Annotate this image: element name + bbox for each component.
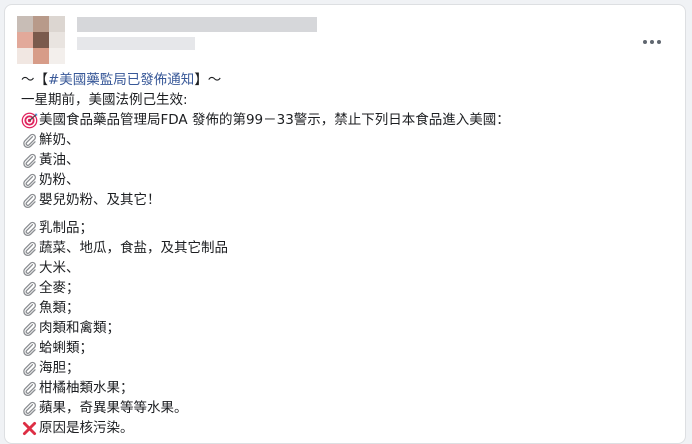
list-item: 蔬菜、地瓜，食盐，及其它制品 bbox=[21, 238, 673, 258]
line-text: 美國食品藥品管理局FDA 發佈的第99－33警示，禁止下列日本食品進入美國： bbox=[39, 112, 510, 128]
list-item: 奶粉、 bbox=[21, 170, 673, 190]
line-text: 大米、 bbox=[39, 260, 80, 276]
post-card: ～【 #美國藥監局已發佈通知 】～ 一星期前，美國法例己生效: 美國食品藥品管理局FDA… bbox=[4, 4, 686, 444]
post-title-line: ～【 #美國藥監局已發佈通知 】～ bbox=[21, 70, 673, 90]
list-item: 原因是核污染。 bbox=[21, 418, 673, 438]
line-text: 奶粉、 bbox=[39, 172, 80, 188]
post-body: ～【 #美國藥監局已發佈通知 】～ 一星期前，美國法例己生效: 美國食品藥品管理局FDA… bbox=[21, 70, 673, 438]
list-item: 鮮奶、 bbox=[21, 130, 673, 150]
paperclip-icon bbox=[21, 220, 38, 237]
cross-mark-icon bbox=[21, 420, 38, 437]
list-item: 全麥； bbox=[21, 278, 673, 298]
list-item: 美國食品藥品管理局FDA 發佈的第99－33警示，禁止下列日本食品進入美國： bbox=[21, 110, 673, 130]
list-item: 魚類； bbox=[21, 298, 673, 318]
line-text: 蔬菜、地瓜，食盐，及其它制品 bbox=[39, 240, 228, 256]
title-prefix: ～【 bbox=[21, 72, 48, 88]
paperclip-icon bbox=[21, 152, 38, 169]
author-name-blurred[interactable] bbox=[77, 17, 317, 32]
list-item: 蛤蜊類； bbox=[21, 338, 673, 358]
more-horizontal-icon bbox=[642, 29, 663, 48]
post-text-top: ～【 #美國藥監局已發佈通知 】～ 一星期前，美國法例己生效: 美國食品藥品管理局FDA… bbox=[21, 70, 673, 210]
list-item: 柑橘柚類水果； bbox=[21, 378, 673, 398]
paperclip-icon bbox=[21, 192, 38, 209]
line-text: 一星期前，美國法例己生效: bbox=[21, 92, 188, 108]
text-line: 一星期前，美國法例己生效: bbox=[21, 90, 673, 110]
target-icon bbox=[21, 112, 38, 129]
line-text: 蘋果，奇異果等等水果。 bbox=[39, 400, 188, 416]
avatar[interactable] bbox=[17, 16, 65, 64]
line-text: 黃油、 bbox=[39, 152, 80, 168]
line-text: 鮮奶、 bbox=[39, 132, 80, 148]
list-item: 肉類和禽類； bbox=[21, 318, 673, 338]
paperclip-icon bbox=[21, 260, 38, 277]
post-text-bottom: 乳制品； 蔬菜、地瓜，食盐，及其它制品 大米、全麥； 魚類； 肉類和禽類； 蛤蜊類； 海胆；… bbox=[21, 218, 673, 438]
paperclip-icon bbox=[21, 380, 38, 397]
line-text: 柑橘柚類水果； bbox=[39, 380, 134, 396]
paperclip-icon bbox=[21, 400, 38, 417]
line-text: 嬰兒奶粉、及其它！ bbox=[39, 192, 161, 208]
post-options-button[interactable] bbox=[637, 27, 667, 49]
post-header bbox=[5, 5, 685, 67]
line-text: 海胆； bbox=[39, 360, 80, 376]
list-item: 乳制品； bbox=[21, 218, 673, 238]
list-item: 嬰兒奶粉、及其它！ bbox=[21, 190, 673, 210]
paperclip-icon bbox=[21, 280, 38, 297]
paperclip-icon bbox=[21, 132, 38, 149]
title-suffix: 】～ bbox=[194, 72, 222, 88]
line-text: 魚類； bbox=[39, 300, 80, 316]
line-text: 全麥； bbox=[39, 280, 80, 296]
list-item: 蘋果，奇異果等等水果。 bbox=[21, 398, 673, 418]
paperclip-icon bbox=[21, 340, 38, 357]
hashtag-link[interactable]: #美國藥監局已發佈通知 bbox=[48, 70, 194, 90]
paperclip-icon bbox=[21, 360, 38, 377]
paperclip-icon bbox=[21, 172, 38, 189]
paperclip-icon bbox=[21, 240, 38, 257]
list-item: 黃油、 bbox=[21, 150, 673, 170]
list-item: 海胆； bbox=[21, 358, 673, 378]
list-item: 大米、 bbox=[21, 258, 673, 278]
post-meta-blurred[interactable] bbox=[77, 37, 195, 50]
line-text: 肉類和禽類； bbox=[39, 320, 120, 336]
line-text: 原因是核污染。 bbox=[39, 420, 134, 436]
line-text: 蛤蜊類； bbox=[39, 340, 93, 356]
line-text: 乳制品； bbox=[39, 220, 93, 236]
paperclip-icon bbox=[21, 320, 38, 337]
paperclip-icon bbox=[21, 300, 38, 317]
